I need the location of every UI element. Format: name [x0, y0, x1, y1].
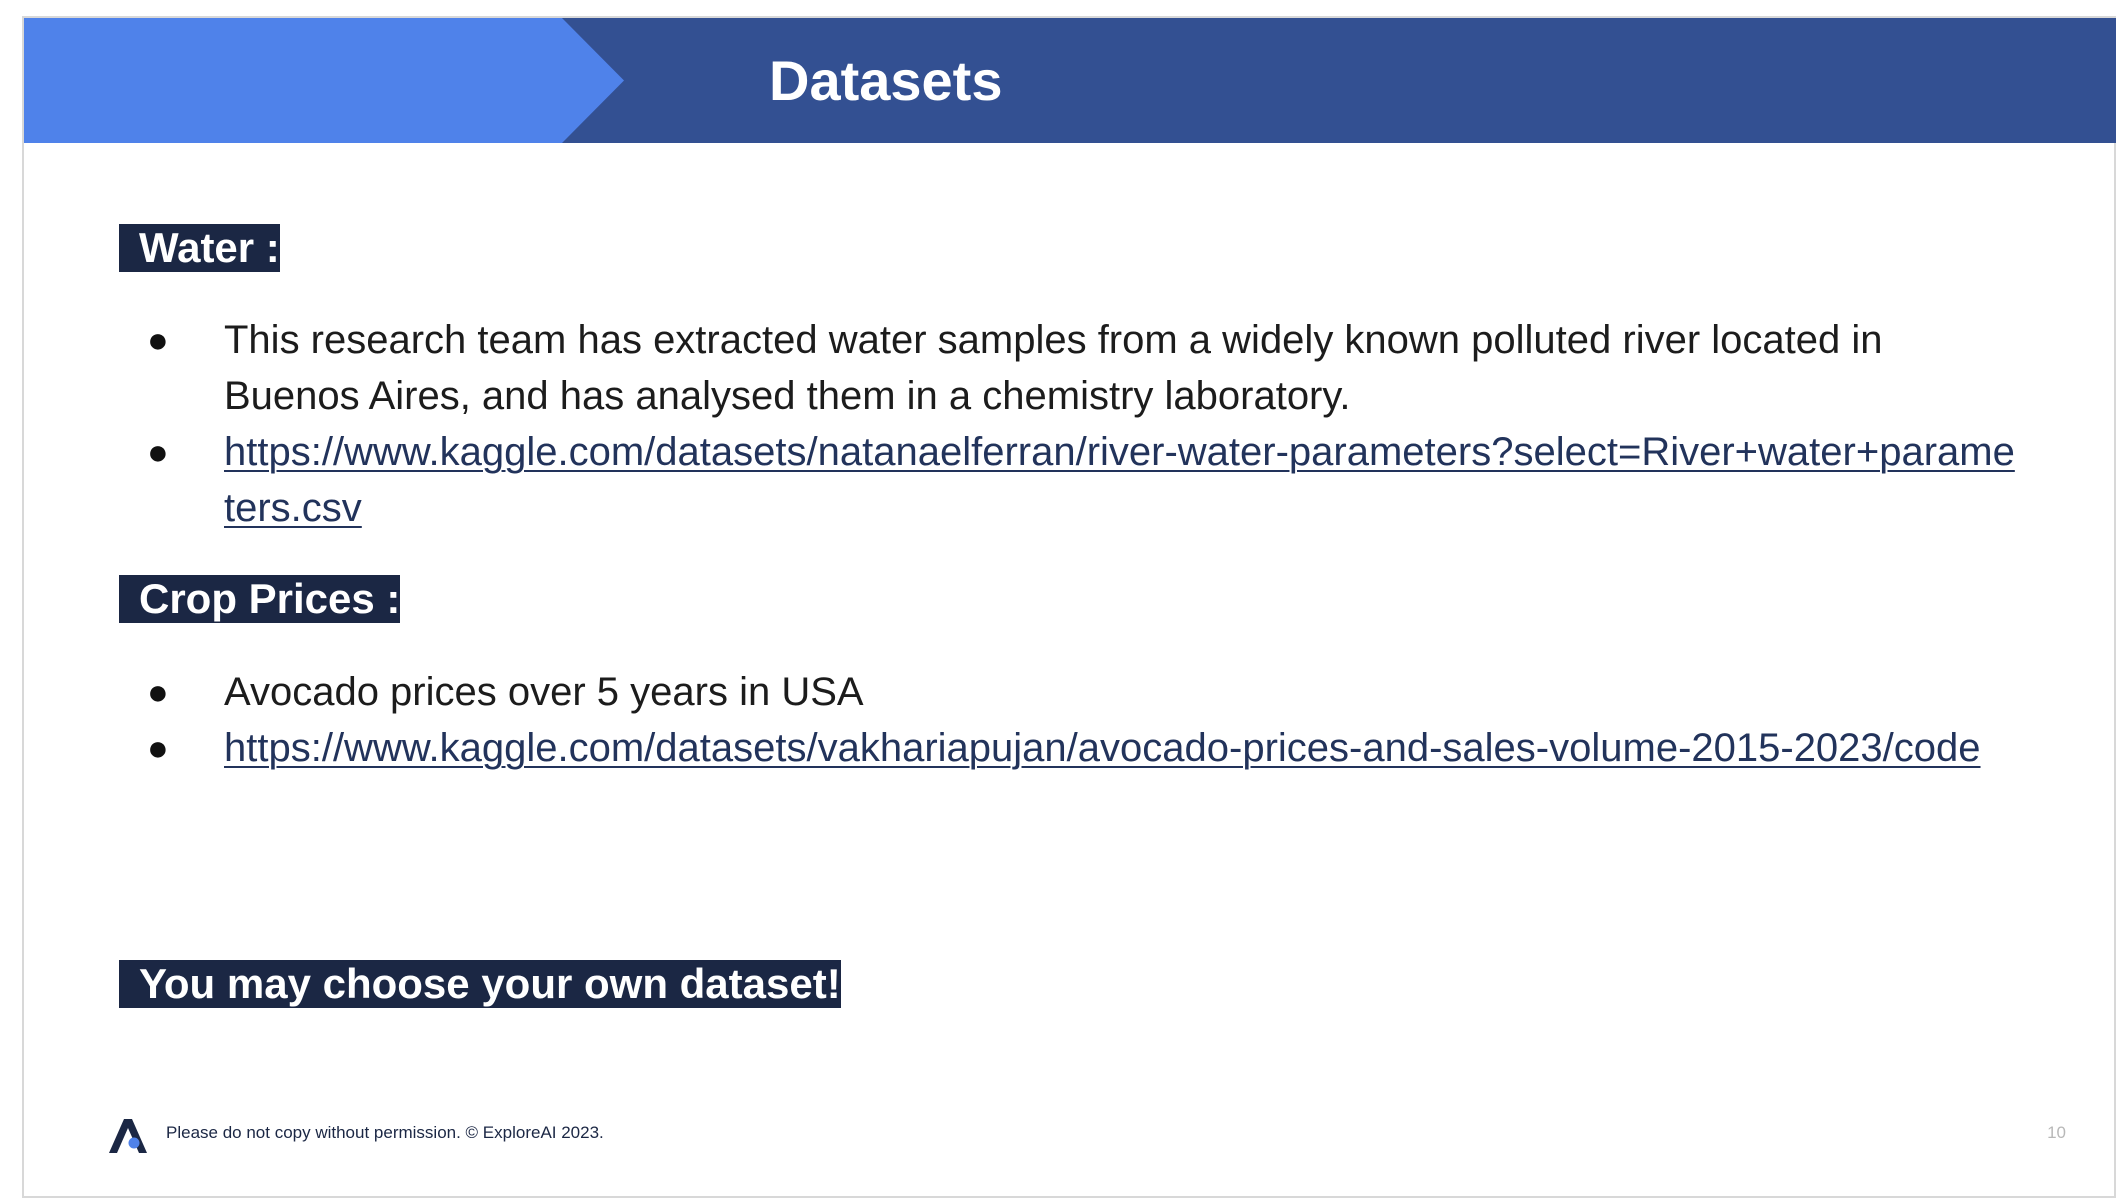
footer-copyright: Please do not copy without permission. ©… [166, 1123, 604, 1142]
own-dataset-label: You may choose your own dataset! [119, 960, 841, 1008]
list-item: ● https://www.kaggle.com/datasets/natana… [24, 424, 2118, 536]
bullet-icon: ● [147, 727, 169, 768]
water-section-label: Water : [119, 224, 280, 272]
bullet-icon: ● [147, 319, 169, 360]
water-dataset-link[interactable]: https://www.kaggle.com/datasets/natanael… [224, 430, 2015, 530]
header-bar: Datasets [24, 18, 2116, 143]
bullet-icon: ● [147, 671, 169, 712]
list-item: ● https://www.kaggle.com/datasets/vakhar… [24, 720, 2118, 776]
bullet-icon: ● [147, 431, 169, 472]
crop-prices-dataset-link[interactable]: https://www.kaggle.com/datasets/vakharia… [224, 726, 1981, 770]
list-item: ● Avocado prices over 5 years in USA [24, 664, 2118, 720]
slide: Datasets Water : ● This research team ha… [22, 16, 2116, 1198]
crop-prices-description: Avocado prices over 5 years in USA [224, 670, 864, 714]
water-description: This research team has extracted water s… [224, 318, 1883, 418]
list-item: ● This research team has extracted water… [24, 312, 2118, 424]
footer: Please do not copy without permission. ©… [106, 1115, 2066, 1155]
header-arrow-shape [24, 18, 624, 143]
crop-prices-bullet-list: ● Avocado prices over 5 years in USA ● h… [24, 664, 2118, 776]
crop-prices-section-label: Crop Prices : [119, 575, 401, 623]
water-bullet-list: ● This research team has extracted water… [24, 312, 2118, 536]
page-number: 10 [2047, 1123, 2066, 1142]
explore-ai-logo-icon [109, 1119, 147, 1153]
page-title: Datasets [769, 49, 1003, 112]
